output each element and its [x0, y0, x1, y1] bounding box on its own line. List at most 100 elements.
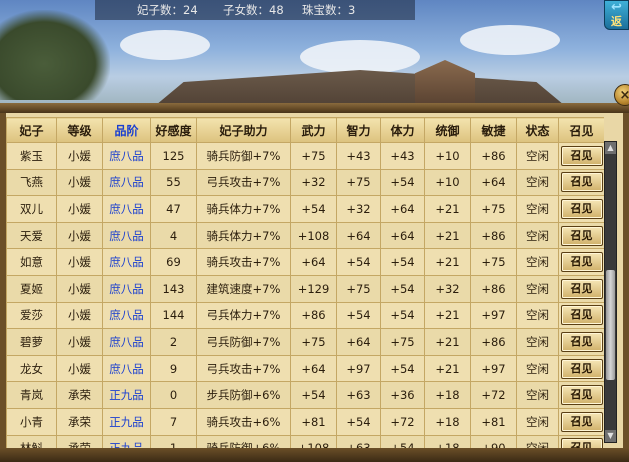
- cell-level: 承荣: [56, 434, 103, 448]
- table-row: 天爱 小媛 庶八品 4 骑兵体力+7% +108 +64 +64 +21 +86 空闲 召见: [6, 221, 604, 250]
- scroll-thumb[interactable]: [606, 270, 615, 380]
- cell-agility: +75: [470, 195, 517, 223]
- cell-rank: 庶八品: [102, 328, 151, 356]
- cell-command: +21: [424, 248, 471, 276]
- summon-button[interactable]: 召见: [560, 358, 603, 379]
- cell-level: 小媛: [56, 274, 103, 303]
- cell-bonus: 骑兵防御+6%: [196, 434, 291, 448]
- cell-stamina: +54: [380, 274, 425, 303]
- cell-level: 承荣: [56, 381, 103, 409]
- header-command[interactable]: 统御: [424, 117, 471, 143]
- header-rank[interactable]: 品阶: [102, 117, 151, 143]
- cell-level: 小媛: [56, 248, 103, 276]
- cell-force: +108: [290, 434, 337, 448]
- cell-summon: 召见: [558, 248, 604, 276]
- summon-button[interactable]: 召见: [560, 145, 603, 166]
- table-row: 碧萝 小媛 庶八品 2 弓兵防御+7% +75 +64 +75 +21 +86 空闲 召见: [6, 328, 604, 356]
- cell-level: 小媛: [56, 354, 103, 383]
- summon-button[interactable]: 召见: [560, 385, 603, 406]
- cell-favor: 55: [150, 168, 197, 197]
- cell-status: 空闲: [516, 221, 559, 250]
- cell-level: 小媛: [56, 168, 103, 197]
- cell-name: 林斛: [6, 434, 57, 448]
- cell-status: 空闲: [516, 434, 559, 448]
- header-name[interactable]: 妃子: [6, 117, 57, 143]
- cell-favor: 69: [150, 248, 197, 276]
- cell-force: +86: [290, 301, 337, 330]
- summon-button[interactable]: 召见: [560, 172, 603, 193]
- header-bonus[interactable]: 妃子助力: [196, 117, 291, 143]
- cell-intel: +63: [336, 434, 381, 448]
- cell-favor: 4: [150, 221, 197, 250]
- header-agility[interactable]: 敏捷: [470, 117, 517, 143]
- cell-favor: 0: [150, 381, 197, 409]
- header-stamina[interactable]: 体力: [380, 117, 425, 143]
- summon-button[interactable]: 召见: [560, 331, 603, 352]
- cell-force: +64: [290, 354, 337, 383]
- cell-summon: 召见: [558, 434, 604, 448]
- close-button[interactable]: ×: [614, 84, 629, 106]
- cell-agility: +75: [470, 248, 517, 276]
- cell-command: +32: [424, 274, 471, 303]
- cell-command: +18: [424, 434, 471, 448]
- cell-stamina: +72: [380, 407, 425, 436]
- cell-stamina: +64: [380, 221, 425, 250]
- cell-favor: 125: [150, 142, 197, 170]
- cell-level: 小媛: [56, 301, 103, 330]
- cell-summon: 召见: [558, 195, 604, 223]
- table-scrollbar[interactable]: ▲ ▼: [604, 141, 617, 443]
- summon-button[interactable]: 召见: [560, 411, 603, 432]
- summon-button[interactable]: 召见: [560, 438, 603, 448]
- summon-button[interactable]: 召见: [560, 198, 603, 219]
- cell-favor: 1: [150, 434, 197, 448]
- cloud: [120, 30, 210, 60]
- summon-button[interactable]: 召见: [560, 278, 603, 299]
- table-row: 林斛承荣正九品1骑兵防御+6%+108+63+54+18+90空闲召见: [6, 434, 604, 448]
- cell-bonus: 弓兵攻击+7%: [196, 354, 291, 383]
- cell-name: 碧萝: [6, 328, 57, 356]
- cell-rank: 正九品: [102, 407, 151, 436]
- cell-status: 空闲: [516, 274, 559, 303]
- summon-button[interactable]: 召见: [560, 225, 603, 246]
- cell-intel: +75: [336, 168, 381, 197]
- summon-button[interactable]: 召见: [560, 305, 603, 326]
- table-row: 龙女 小媛 庶八品 9 弓兵攻击+7% +64 +97 +54 +21 +97 空闲 召见: [6, 354, 604, 383]
- panel-bottom-frame: [0, 448, 629, 462]
- header-level[interactable]: 等级: [56, 117, 103, 143]
- cell-command: +18: [424, 381, 471, 409]
- cell-favor: 2: [150, 328, 197, 356]
- cell-intel: +64: [336, 221, 381, 250]
- cell-command: +18: [424, 407, 471, 436]
- cell-intel: +64: [336, 328, 381, 356]
- cell-rank: 庶八品: [102, 142, 151, 170]
- cell-bonus: 弓兵体力+7%: [196, 301, 291, 330]
- return-button[interactable]: ↩ 返: [604, 0, 629, 30]
- scroll-up-arrow-icon[interactable]: ▲: [605, 142, 616, 154]
- summon-button[interactable]: 召见: [560, 252, 603, 273]
- cell-rank: 庶八品: [102, 168, 151, 197]
- cell-summon: 召见: [558, 407, 604, 436]
- header-favor[interactable]: 好感度: [150, 117, 197, 143]
- cell-command: +21: [424, 195, 471, 223]
- cell-agility: +90: [470, 434, 517, 448]
- header-summon: 召见: [558, 117, 604, 143]
- cell-intel: +54: [336, 248, 381, 276]
- return-arrow-icon: ↩: [611, 0, 622, 15]
- scroll-down-arrow-icon[interactable]: ▼: [605, 430, 616, 442]
- header-status[interactable]: 状态: [516, 117, 559, 143]
- cell-name: 爱莎: [6, 301, 57, 330]
- cell-force: +75: [290, 142, 337, 170]
- table-row: 夏姬 小媛 庶八品 143 建筑速度+7% +129 +75 +54 +32 +86 空闲 召见: [6, 274, 604, 303]
- cell-agility: +64: [470, 168, 517, 197]
- cell-favor: 143: [150, 274, 197, 303]
- cell-command: +21: [424, 354, 471, 383]
- header-intel[interactable]: 智力: [336, 117, 381, 143]
- cell-stamina: +54: [380, 354, 425, 383]
- cell-agility: +72: [470, 381, 517, 409]
- cell-intel: +75: [336, 274, 381, 303]
- cell-level: 小媛: [56, 221, 103, 250]
- header-force[interactable]: 武力: [290, 117, 337, 143]
- cell-name: 青岚: [6, 381, 57, 409]
- cell-force: +81: [290, 407, 337, 436]
- tree-decoration: [0, 10, 110, 100]
